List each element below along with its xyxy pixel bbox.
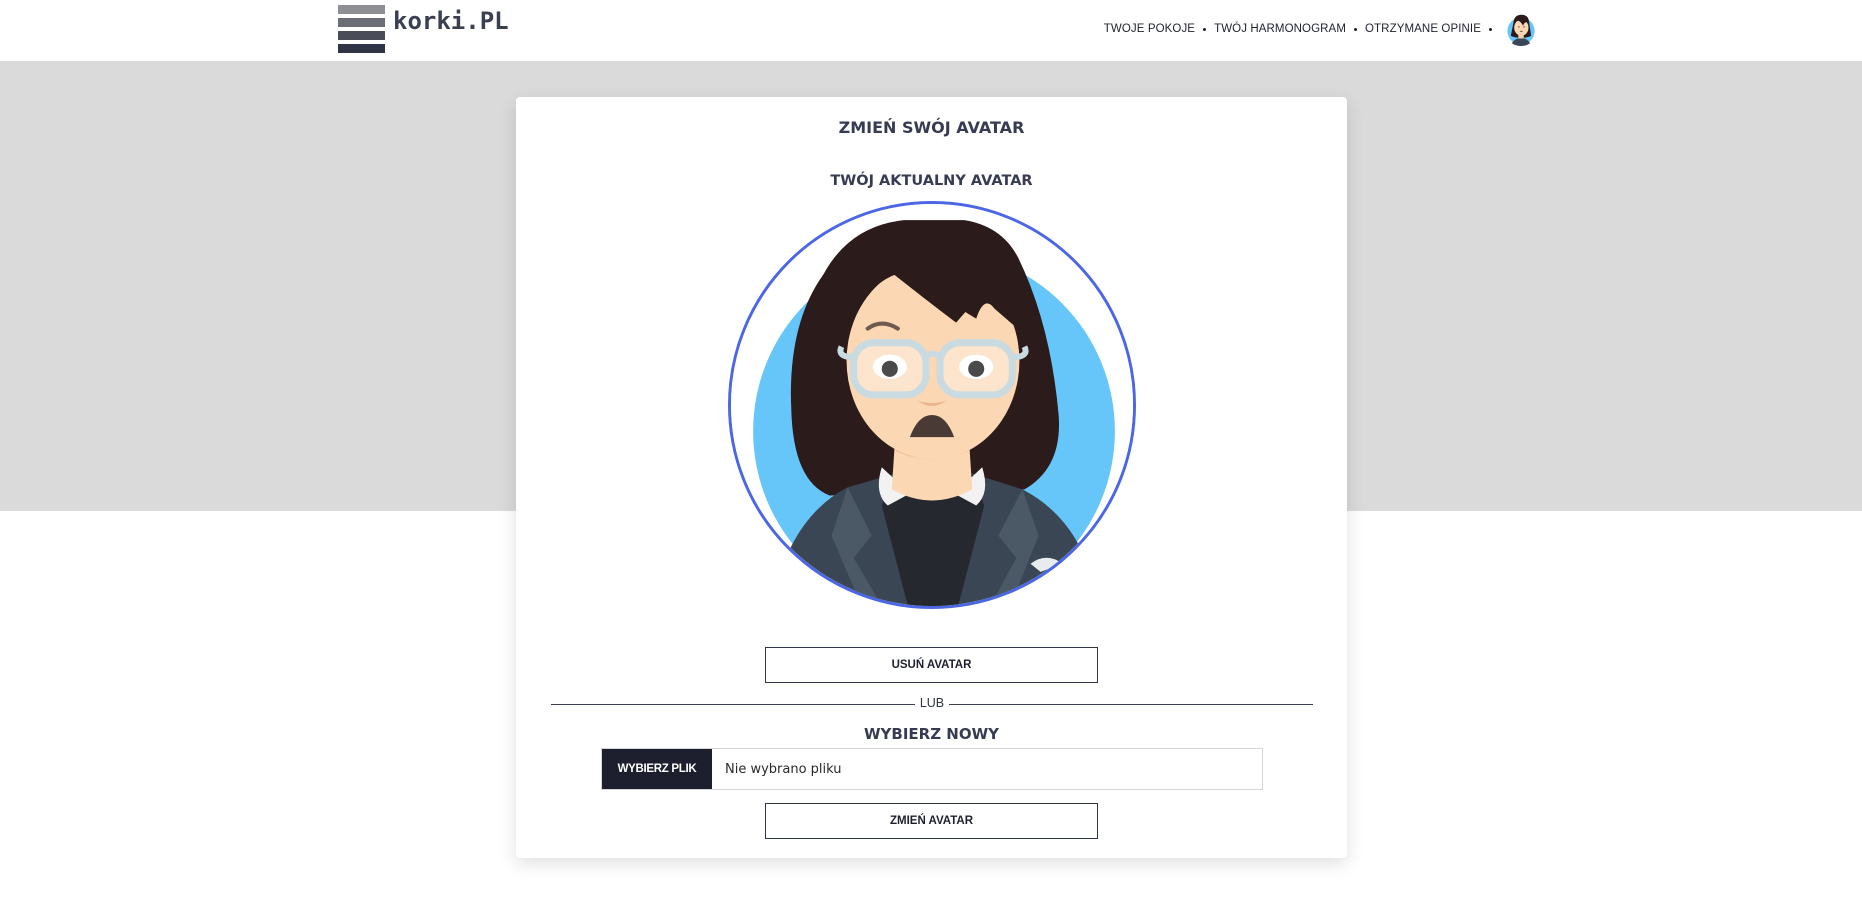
remove-avatar-button[interactable]: USUŃ AVATAR [765,647,1098,683]
divider-line [949,704,1313,705]
site-logo[interactable]: korki.PL [338,5,509,53]
user-avatar[interactable] [1504,12,1538,46]
nav-link-schedule[interactable]: TWÓJ HARMONOGRAM [1214,23,1346,35]
file-input[interactable]: WYBIERZ PLIK Nie wybrano pliku [601,748,1263,790]
current-avatar-image [728,201,1136,609]
logo-text: korki.PL [393,7,509,35]
main-nav: TWOJE POKOJE TWÓJ HARMONOGRAM OTRZYMANE … [1104,11,1538,47]
top-navbar: korki.PL TWOJE POKOJE TWÓJ HARMONOGRAM O… [0,0,1862,60]
choose-new-heading: WYBIERZ NOWY [863,725,1000,743]
logo-stack-icon [338,5,385,53]
or-divider: LUB [551,695,1313,713]
choose-file-button[interactable]: WYBIERZ PLIK [602,749,712,789]
page-title: ZMIEŃ SWÓJ AVATAR [838,118,1025,137]
avatar-settings-card: ZMIEŃ SWÓJ AVATAR TWÓJ AKTUALNY AVATAR U… [516,97,1347,858]
change-avatar-button[interactable]: ZMIEŃ AVATAR [765,803,1098,839]
file-status-text: Nie wybrano pliku [725,761,842,777]
nav-link-rooms[interactable]: TWOJE POKOJE [1104,23,1195,35]
nav-separator [1203,27,1207,31]
nav-separator [1354,27,1358,31]
or-label: LUB [919,696,945,710]
nav-link-reviews[interactable]: OTRZYMANE OPINIE [1365,23,1481,35]
current-avatar-heading: TWÓJ AKTUALNY AVATAR [830,173,1033,189]
nav-separator [1489,27,1492,31]
